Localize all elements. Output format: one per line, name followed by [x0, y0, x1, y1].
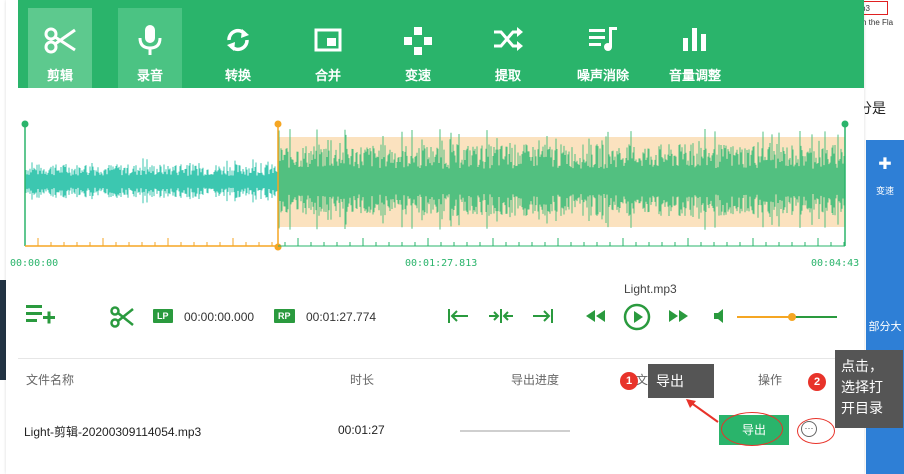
step-1-tooltip: 导出 [648, 364, 714, 398]
timeline-mid: 00:01:27.813 [405, 258, 478, 269]
step-2-tooltip: 点击， 选择打 开目录 [835, 350, 903, 428]
col-header-duration: 时长 [350, 373, 375, 387]
tool-label: 音量调整 [668, 68, 721, 83]
tool-convert[interactable]: 转换 [206, 8, 270, 88]
convert-icon [227, 28, 249, 52]
col-header-name: 文件名称 [26, 373, 75, 387]
left-point-handle[interactable] [274, 120, 282, 128]
noise-icon [589, 27, 617, 51]
current-file-name: Light.mp3 [624, 282, 677, 296]
fast-forward-icon [669, 310, 688, 322]
rewind-button[interactable] [585, 309, 607, 328]
volume-button[interactable] [713, 309, 729, 328]
rp-badge[interactable]: RP [274, 309, 295, 323]
play-button[interactable] [623, 303, 651, 336]
rp-time: 00:01:27.774 [306, 310, 377, 324]
tool-noise-removal[interactable]: 噪声消除 [566, 8, 640, 88]
tool-label: 噪声消除 [576, 68, 629, 83]
tool-label: 提取 [494, 68, 521, 83]
tool-extract[interactable]: 提取 [476, 8, 540, 88]
lp-time: 00:00:00.000 [184, 310, 255, 324]
waveform-editor[interactable] [18, 104, 864, 264]
main-toolbar: 剪辑 录音 转换 合并 变速 提取 噪声消除 音量调整 [18, 0, 864, 88]
row-duration: 00:01:27 [338, 423, 385, 437]
volume-fill [737, 316, 792, 318]
row-file-name: Light-剪辑-20200309114054.mp3 [24, 425, 202, 439]
volume-bars-icon [683, 28, 706, 51]
volume-knob[interactable] [788, 313, 796, 321]
tool-speed[interactable]: 变速 [386, 8, 450, 88]
col-header-action: 操作 [758, 373, 783, 387]
left-point-handle-bottom[interactable] [274, 243, 282, 251]
go-to-start-button[interactable] [447, 307, 469, 330]
center-cursor-icon [489, 309, 513, 323]
fast-forward-button[interactable] [667, 309, 689, 328]
tool-label: 变速 [404, 68, 431, 83]
step-2-badge: 2 [808, 373, 826, 391]
step-2-line: 点击， [841, 358, 883, 374]
tool-label: 剪辑 [46, 68, 73, 83]
step-1-badge: 1 [620, 372, 638, 390]
microphone-icon [138, 25, 162, 55]
step-2-line: 开目录 [841, 400, 883, 416]
skip-to-end-icon [533, 309, 553, 323]
row-progress-bar [460, 430, 570, 432]
go-to-end-button[interactable] [532, 307, 554, 330]
tool-volume-adjust[interactable]: 音量调整 [658, 8, 732, 88]
speaker-icon [714, 309, 723, 323]
go-to-cursor-button[interactable] [488, 307, 514, 330]
extract-icon [494, 27, 523, 51]
ruler-ticks [37, 238, 845, 246]
background-speed-icon: ✚ [878, 156, 892, 173]
table-divider [18, 358, 864, 359]
timeline-end: 00:04:43 [811, 258, 860, 269]
background-panel-label: 变速 [875, 186, 894, 196]
more-highlight-circle [797, 418, 835, 444]
rewind-icon [586, 310, 605, 322]
cut-button[interactable] [110, 306, 134, 333]
merge-icon [314, 28, 342, 52]
scissors-icon [110, 306, 134, 328]
tool-label: 转换 [224, 68, 251, 83]
add-file-button[interactable] [26, 303, 56, 330]
tool-merge[interactable]: 合并 [296, 8, 360, 88]
speed-icon [404, 27, 432, 55]
tool-label: 合并 [314, 68, 341, 83]
tool-label: 录音 [136, 68, 163, 83]
end-marker[interactable] [841, 120, 849, 128]
background-panel-text: 部分大 [868, 321, 902, 333]
scissors-icon [44, 27, 76, 54]
step-1-arrow-icon [686, 399, 719, 423]
add-list-icon [26, 305, 55, 324]
volume-track [792, 316, 837, 318]
export-highlight-circle [721, 412, 783, 446]
waveform-unselected [25, 158, 278, 204]
step-2-line: 选择打 [841, 379, 883, 395]
volume-slider[interactable] [737, 313, 837, 321]
timeline-start: 00:00:00 [10, 258, 59, 269]
tool-record[interactable]: 录音 [118, 8, 182, 88]
lp-badge[interactable]: LP [153, 309, 173, 323]
skip-to-start-icon [448, 309, 468, 323]
play-icon [623, 303, 651, 331]
col-header-progress: 导出进度 [511, 373, 560, 387]
tool-cut[interactable]: 剪辑 [28, 8, 92, 88]
start-marker[interactable] [21, 120, 29, 128]
waveform-path [25, 158, 278, 204]
